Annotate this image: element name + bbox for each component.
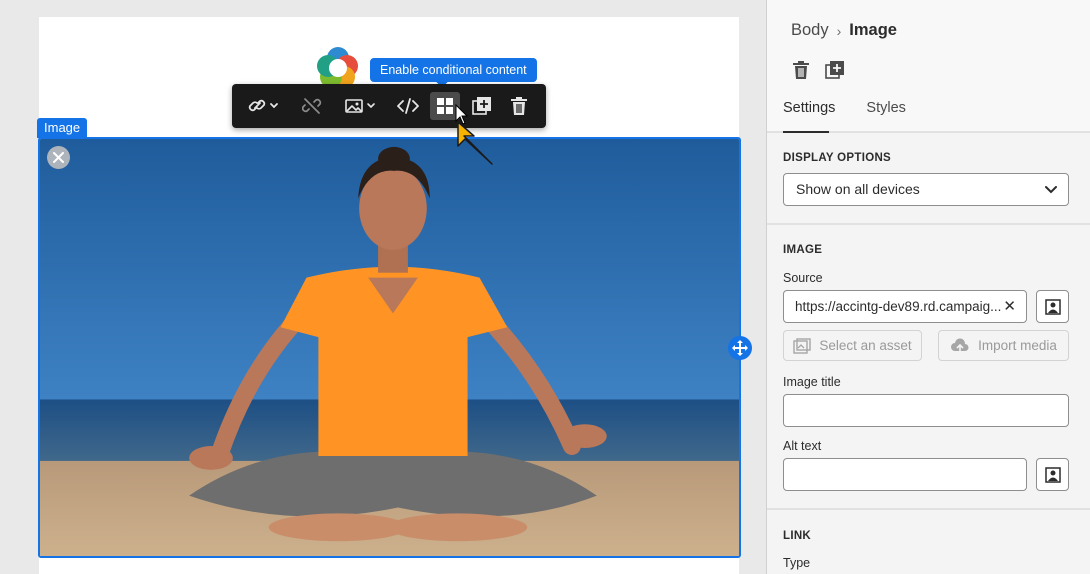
asset-picker-icon — [1044, 466, 1061, 483]
panel-tabs: Settings Styles — [783, 100, 937, 133]
display-options-title: DISPLAY OPTIONS — [783, 152, 892, 164]
link-icon — [248, 99, 278, 112]
chevron-down-icon — [1045, 186, 1057, 194]
yoga-photo — [40, 139, 739, 556]
link-section-title: LINK — [783, 530, 812, 542]
image-title-input[interactable] — [783, 394, 1069, 427]
source-input[interactable]: https://accintg-dev89.rd.campaig... ✕ — [783, 290, 1027, 323]
display-options-value: Show on all devices — [796, 181, 920, 197]
display-options-section: DISPLAY OPTIONS Show on all devices — [767, 135, 1090, 225]
link-section: LINK Type — [767, 512, 1090, 574]
unlink-button[interactable] — [298, 92, 326, 120]
delete-button[interactable] — [506, 92, 532, 120]
image-title-label: Image title — [783, 375, 841, 389]
unlink-icon — [302, 98, 322, 114]
breadcrumb-current: Image — [849, 21, 897, 39]
code-button[interactable] — [394, 92, 422, 120]
remove-image-button[interactable] — [47, 146, 70, 169]
alt-text-picker-button[interactable] — [1036, 458, 1069, 491]
breadcrumb-separator: › — [836, 22, 842, 39]
asset-icon — [793, 337, 812, 354]
browse-source-button[interactable] — [1036, 290, 1069, 323]
clear-source-icon[interactable]: ✕ — [1003, 291, 1016, 322]
breadcrumb: Body › Image — [791, 21, 897, 40]
duplicate-icon[interactable] — [825, 60, 845, 80]
image-icon — [345, 99, 375, 113]
properties-panel: Body › Image Settings Styles DISPLAY OPT… — [766, 0, 1090, 574]
link-button[interactable] — [246, 92, 282, 120]
close-icon — [53, 152, 64, 163]
image-block[interactable] — [38, 137, 741, 558]
cloud-upload-icon — [951, 337, 969, 352]
display-options-select[interactable]: Show on all devices — [783, 173, 1069, 206]
image-block-label[interactable]: Image — [37, 118, 88, 138]
alt-text-input[interactable] — [783, 458, 1027, 491]
import-media-button[interactable]: Import media — [938, 330, 1069, 361]
delete-icon[interactable] — [791, 60, 811, 80]
import-media-label: Import media — [978, 338, 1057, 353]
move-handle[interactable] — [728, 336, 752, 360]
email-canvas: Enable conditional content Image — [0, 0, 766, 574]
component-toolbar — [232, 84, 546, 128]
code-icon — [397, 98, 419, 114]
select-asset-label: Select an asset — [819, 338, 912, 353]
tab-styles[interactable]: Styles — [866, 100, 914, 130]
image-section-title: IMAGE — [783, 244, 823, 256]
breadcrumb-body[interactable]: Body — [791, 21, 829, 40]
image-section: IMAGE Source https://accintg-dev89.rd.ca… — [767, 227, 1090, 510]
source-value: https://accintg-dev89.rd.campaig... — [795, 299, 1002, 314]
panel-header: Body › Image Settings Styles — [767, 0, 1090, 133]
move-icon — [732, 340, 748, 356]
tooltip: Enable conditional content — [370, 58, 537, 82]
link-type-label: Type — [783, 556, 811, 570]
source-label: Source — [783, 271, 823, 285]
asset-picker-icon — [1044, 298, 1061, 315]
trash-icon — [511, 97, 527, 115]
select-asset-button[interactable]: Select an asset — [783, 330, 922, 361]
alt-text-label: Alt text — [783, 439, 822, 453]
mouse-pointer-icon — [455, 104, 493, 165]
image-button[interactable] — [340, 92, 380, 120]
tab-settings[interactable]: Settings — [783, 100, 843, 133]
